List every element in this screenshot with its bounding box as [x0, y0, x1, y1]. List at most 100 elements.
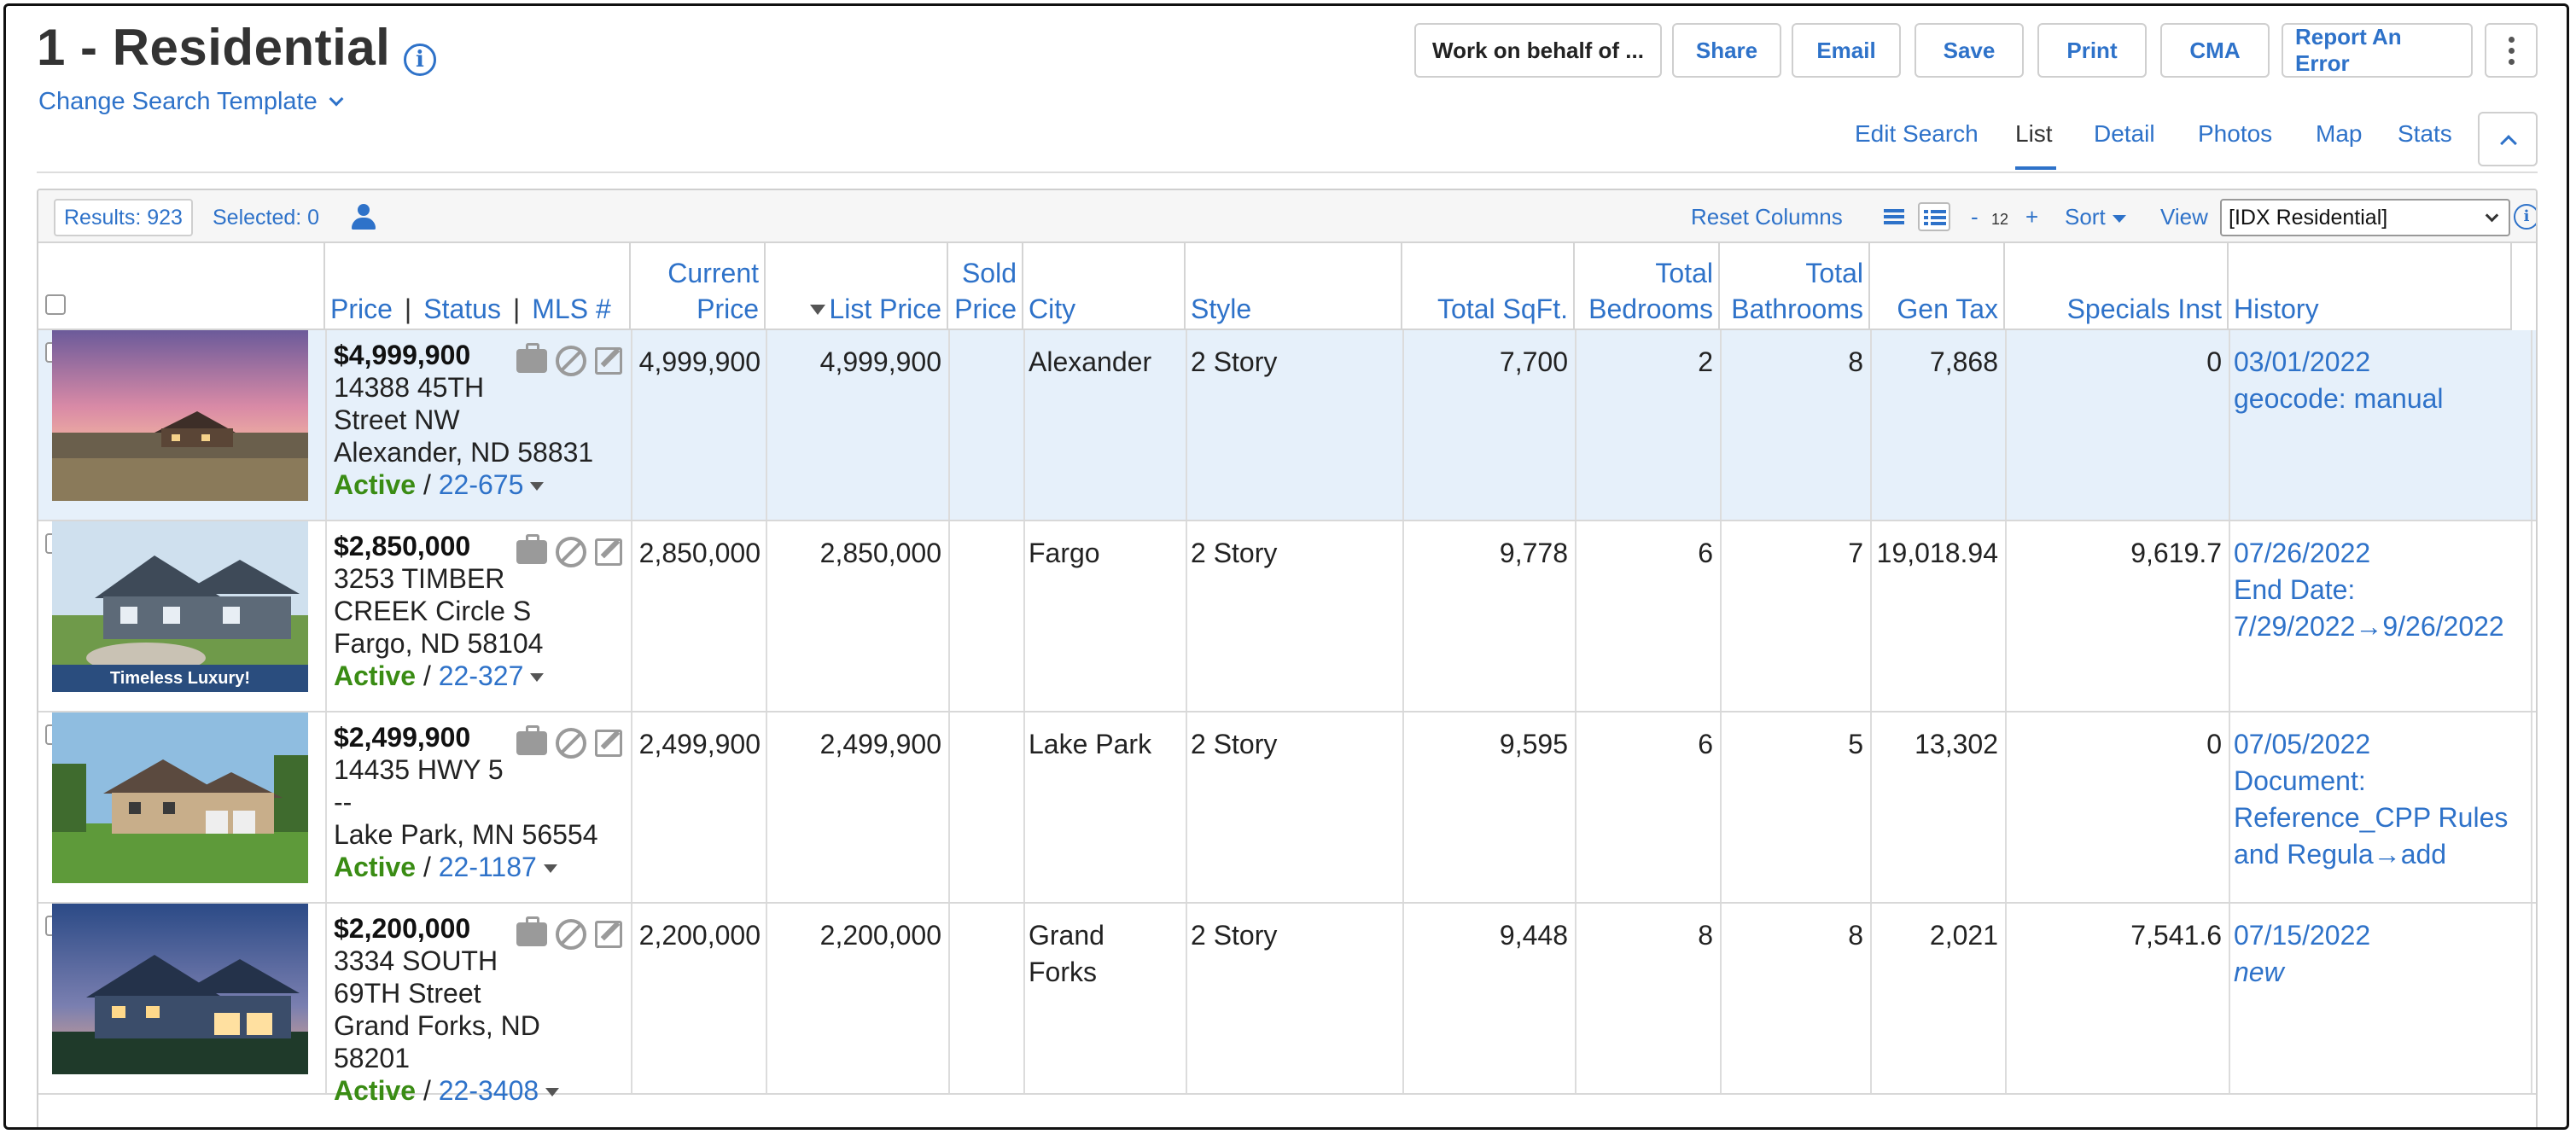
mls-link[interactable]: 22-3408: [439, 1075, 539, 1106]
listing-price: $2,499,900: [334, 722, 471, 753]
photo-caption: Timeless Luxury!: [52, 665, 308, 692]
change-search-template-link[interactable]: Change Search Template: [38, 88, 344, 116]
info-icon[interactable]: i: [404, 44, 436, 76]
current-price-cell: 2,850,000: [638, 538, 761, 568]
detail-list-icon[interactable]: [1918, 202, 1950, 231]
chevron-down-icon[interactable]: [530, 673, 545, 682]
info-icon[interactable]: i: [2514, 204, 2536, 230]
style-cell: 2 Story: [1191, 920, 1278, 951]
tab-list[interactable]: List: [2015, 120, 2053, 148]
table-header: Price | Status | MLS # Current Price List Pri…: [38, 243, 2512, 330]
sqft-cell: 7,700: [1499, 346, 1568, 377]
block-icon[interactable]: [556, 537, 586, 567]
history-cell[interactable]: 07/26/2022 End Date: 7/29/2022→9/26/2022: [2234, 535, 2529, 645]
view-label: View: [2160, 204, 2208, 230]
save-button[interactable]: Save: [1915, 23, 2024, 78]
header-bedrooms[interactable]: Total Bedrooms: [1575, 243, 1720, 330]
address-line: --: [334, 787, 353, 817]
listing-photo[interactable]: Timeless Luxury!: [52, 521, 308, 692]
header-current-price[interactable]: Current Price: [631, 243, 766, 330]
listing-photo[interactable]: [52, 330, 308, 501]
collapse-button[interactable]: [2478, 112, 2538, 166]
zoom-in-button[interactable]: +: [2025, 204, 2038, 230]
table-row[interactable]: 4: [38, 904, 2536, 1106]
history-cell[interactable]: 03/01/2022 geocode: manual: [2234, 344, 2529, 417]
tab-edit-search[interactable]: Edit Search: [1855, 120, 1979, 148]
header-gen-tax[interactable]: Gen Tax: [1870, 243, 2005, 330]
cma-button[interactable]: CMA: [2160, 23, 2270, 78]
history-cell[interactable]: 07/15/2022 new: [2234, 917, 2529, 991]
listing-summary: $2,850,000 3253 TIMBER CREEK Circle S Fa…: [334, 531, 545, 691]
listing-photo[interactable]: [52, 904, 308, 1074]
tab-detail[interactable]: Detail: [2094, 120, 2155, 148]
block-icon[interactable]: [556, 919, 586, 950]
sort-desc-icon: [810, 305, 826, 315]
list-view-icon[interactable]: [1879, 202, 1911, 231]
address-line: CREEK Circle S: [334, 596, 532, 626]
chevron-down-icon[interactable]: [543, 864, 557, 873]
view-select-value: [IDX Residential]: [2229, 206, 2388, 230]
edit-icon[interactable]: [595, 538, 622, 566]
specials-cell: 0: [2206, 346, 2222, 377]
share-button[interactable]: Share: [1672, 23, 1781, 78]
more-vertical-icon[interactable]: [2485, 23, 2538, 78]
selected-count[interactable]: Selected: 0: [213, 206, 319, 230]
user-icon[interactable]: [349, 202, 378, 231]
history-cell[interactable]: 07/05/2022 Document: Reference_CPP Rules an…: [2234, 726, 2529, 873]
mls-link[interactable]: 22-327: [439, 660, 524, 691]
email-button[interactable]: Email: [1792, 23, 1901, 78]
header-city[interactable]: City: [1023, 243, 1186, 330]
listing-summary: $2,200,000 3334 SOUTH 69TH Street Grand …: [334, 912, 560, 1107]
table-row[interactable]: 1: [38, 330, 2536, 521]
sqft-cell: 9,595: [1499, 729, 1568, 759]
sort-by-price[interactable]: Price: [330, 294, 393, 324]
chevron-down-icon: [2485, 208, 2499, 223]
header-list-price[interactable]: List Price: [766, 243, 948, 330]
address-line: Alexander, ND 58831: [334, 437, 594, 468]
specials-cell: 7,541.6: [2130, 920, 2222, 951]
listing-photo[interactable]: [52, 712, 308, 883]
address-line: 58201: [334, 1043, 410, 1073]
view-select[interactable]: [IDX Residential]: [2220, 199, 2510, 236]
header-total-sqft[interactable]: Total SqFt.: [1402, 243, 1575, 330]
sort-button[interactable]: Sort: [2065, 204, 2126, 230]
edit-icon[interactable]: [595, 921, 622, 948]
status-badge: Active: [334, 469, 417, 500]
header-sold-price[interactable]: Sold Price: [948, 243, 1023, 330]
table-row[interactable]: 3: [38, 712, 2536, 904]
work-on-behalf-button[interactable]: Work on behalf of ...: [1414, 23, 1662, 78]
tab-stats[interactable]: Stats: [2398, 120, 2452, 148]
select-all-checkbox[interactable]: [45, 294, 66, 315]
sort-by-status[interactable]: Status: [423, 294, 501, 324]
status-badge: Active: [334, 852, 417, 882]
sort-by-mls[interactable]: MLS #: [532, 294, 610, 324]
print-button[interactable]: Print: [2037, 23, 2147, 78]
chevron-down-icon[interactable]: [545, 1088, 560, 1096]
bedrooms-cell: 6: [1698, 729, 1713, 759]
header-bathrooms[interactable]: Total Bathrooms: [1720, 243, 1870, 330]
specials-cell: 0: [2206, 729, 2222, 759]
mls-link[interactable]: 22-675: [439, 469, 524, 500]
bathrooms-cell: 8: [1848, 920, 1863, 951]
zoom-out-button[interactable]: -: [1971, 204, 1979, 230]
header-history[interactable]: History: [2229, 243, 2512, 330]
chevron-down-icon[interactable]: [530, 482, 545, 491]
city-cell: Fargo: [1029, 538, 1100, 568]
city-cell: Lake Park: [1029, 729, 1152, 759]
gen-tax-cell: 2,021: [1929, 920, 1998, 951]
mls-link[interactable]: 22-1187: [439, 852, 537, 882]
status-badge: Active: [334, 1075, 417, 1106]
reset-columns-link[interactable]: Reset Columns: [1691, 204, 1843, 230]
edit-icon[interactable]: [595, 347, 622, 375]
header-specials-inst[interactable]: Specials Inst: [2005, 243, 2229, 330]
table-row[interactable]: 2 Timeless Luxury!: [38, 521, 2536, 712]
report-error-button[interactable]: Report An Error: [2282, 23, 2473, 78]
tab-photos[interactable]: Photos: [2198, 120, 2272, 148]
city-cell: Alexander: [1029, 346, 1152, 377]
chevron-up-icon: [2500, 135, 2517, 152]
app-window: 1 - Residential i Change Search Template…: [3, 3, 2569, 1130]
list-price-cell: 2,499,900: [819, 729, 941, 759]
tab-map[interactable]: Map: [2316, 120, 2362, 148]
edit-icon[interactable]: [595, 730, 622, 757]
header-style[interactable]: Style: [1186, 243, 1402, 330]
